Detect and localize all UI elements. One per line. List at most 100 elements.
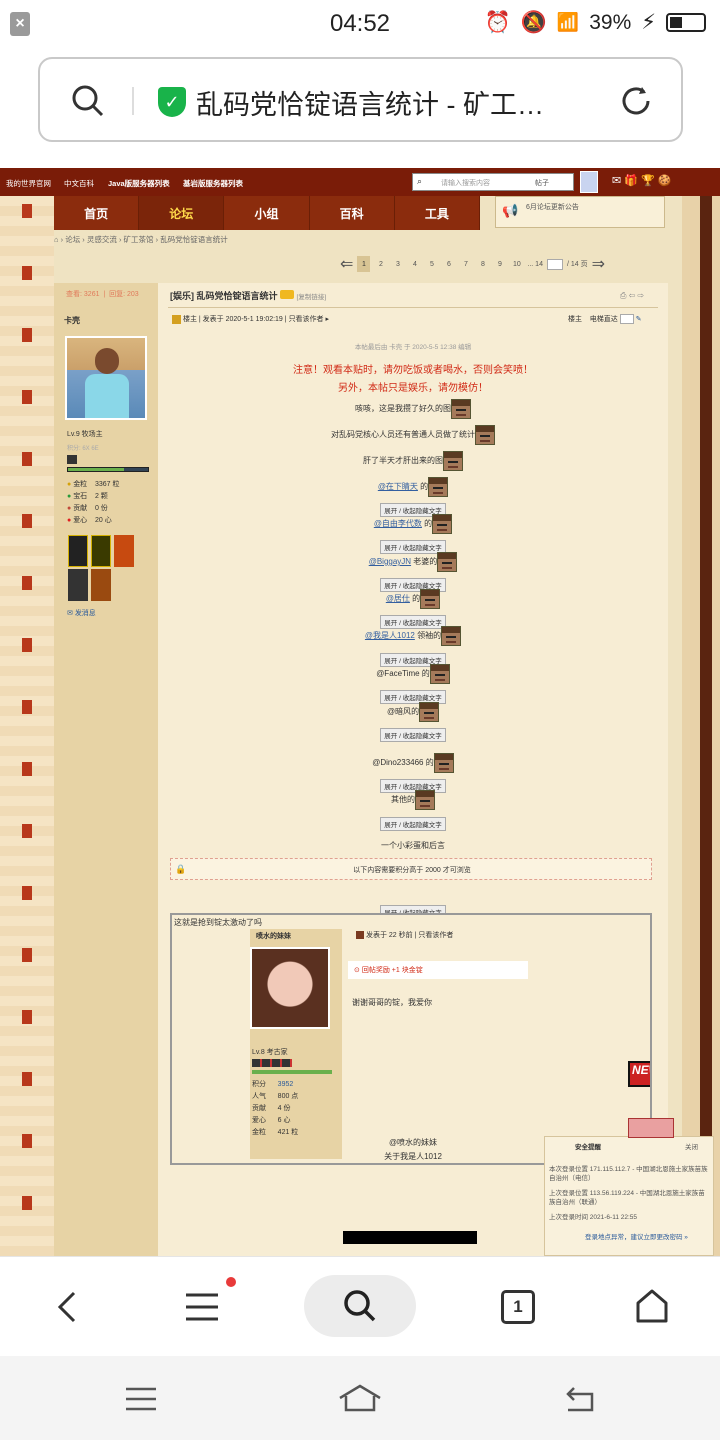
address-bar[interactable]: ✓ 乱码党恰锭语言统计 - 矿工… (38, 57, 683, 142)
page-number[interactable]: 4 (408, 256, 421, 272)
notice-text[interactable]: 6月论坛更新公告 (526, 202, 579, 212)
nav-link-wiki[interactable]: 中文百科 (64, 178, 94, 189)
breadcrumb-item[interactable]: 矿工茶馆 (124, 235, 154, 244)
breadcrumb-item[interactable]: 灵感交流 (87, 235, 117, 244)
recent-apps-icon[interactable] (124, 1386, 158, 1412)
face-icon (432, 514, 453, 534)
site-search-box[interactable]: ⌕ 请输入搜索内容 帖子 (412, 173, 574, 191)
page-number[interactable]: 10 (510, 256, 523, 272)
page-jump-input[interactable] (546, 258, 563, 270)
next-arrow-icon[interactable]: ⇒ (592, 254, 605, 274)
back-arrow-icon[interactable]: ⇐ (340, 254, 353, 274)
tab-home[interactable]: 首页 (54, 196, 140, 230)
battery-icon (666, 13, 706, 32)
search-icon[interactable] (70, 83, 106, 119)
megaphone-icon: 📢 (502, 203, 519, 218)
only-author-link[interactable]: 只看该作者 (289, 316, 324, 323)
views-label: 查看: (66, 291, 82, 298)
toggle-hidden-button[interactable]: 展开 / 收起隐藏文字 (380, 728, 446, 742)
page-number[interactable]: 5 (425, 256, 438, 272)
quote-stats: 积分 3952 人气 800 点 贡献 4 份 爱心 6 心 金粒 421 粒 (252, 1081, 299, 1136)
home-icon[interactable] (634, 1287, 670, 1325)
copy-link[interactable]: [复制链接] (297, 294, 327, 301)
home-icon[interactable]: ⌂ (54, 235, 59, 244)
toolbar-icons[interactable]: ✉ 🎁 🏆 🍪 (612, 174, 712, 190)
post-floor-meta: 楼主 电梯直达 ✎ (568, 314, 642, 325)
quote-avatar[interactable] (250, 947, 330, 1029)
secure-shield-icon: ✓ (158, 87, 186, 117)
toggle-row: 展开 / 收起隐藏文字 (158, 814, 668, 832)
nav-link-official[interactable]: 我的世界官网 (6, 178, 51, 189)
toggle-hidden-button[interactable]: 展开 / 收起隐藏文字 (380, 817, 446, 831)
entry-line: @BiggayJN 老婆的 (158, 552, 668, 572)
security-popup: 安全提醒 关闭 本次登录位置 171.115.112.7 - 中国湖北恩施土家族… (544, 1136, 714, 1256)
edit-pen-icon[interactable]: ✎ (636, 316, 642, 323)
stat-row: ● 宝石 2 颗 (67, 493, 108, 500)
refresh-icon[interactable] (618, 83, 654, 119)
nav-link-java-servers[interactable]: Java版服务器列表 (108, 178, 170, 189)
page-number[interactable]: 8 (476, 256, 489, 272)
post-meta: 楼主 | 发表于 2020-5-1 19:02:19 | 只看该作者 ▸ (172, 314, 329, 324)
back-icon[interactable] (54, 1289, 82, 1325)
warning-line-2: 另外，本帖只是娱乐，请勿模仿！ (338, 383, 488, 394)
page-number[interactable]: ... 14 (527, 256, 543, 272)
page-number[interactable]: 2 (374, 256, 387, 272)
jump-link[interactable]: 电梯直达 (590, 316, 618, 323)
tab-forum[interactable]: 论坛 (139, 196, 225, 230)
face-icon (441, 626, 462, 646)
search-scope-select[interactable]: 帖子 (535, 178, 549, 188)
change-password-link[interactable]: 登录地点异常，建议立即更改密码 » (585, 1233, 713, 1242)
avatar[interactable] (580, 171, 598, 193)
author-level: Lv.9 牧场主 (67, 431, 103, 438)
quote-poster-name[interactable]: 喷水的妹妹 (256, 931, 291, 941)
search-icon[interactable] (342, 1288, 378, 1324)
page-number[interactable]: 6 (442, 256, 455, 272)
system-back-icon[interactable] (562, 1384, 598, 1414)
breadcrumb-item[interactable]: 论坛 (65, 235, 80, 244)
nav-link-bedrock-servers[interactable]: 基岩版服务器列表 (183, 178, 243, 189)
page-number[interactable]: 3 (391, 256, 404, 272)
jump-input[interactable] (619, 314, 634, 325)
locked-content-box: 🔒 以下内容需要积分高于 2000 才可浏览 (170, 858, 652, 880)
face-icon (437, 552, 458, 572)
charging-icon: ⚡ (641, 11, 656, 34)
tabs-count-button[interactable]: 1 (501, 1290, 535, 1324)
security-popup-close[interactable]: 关闭 (685, 1143, 698, 1152)
search-button[interactable] (304, 1275, 416, 1337)
quote-caption: 这就是抢到锭太激动了吗 (174, 918, 262, 927)
tab-wiki[interactable]: 百科 (310, 196, 395, 230)
intro-line: 咳咳，这是我攒了好久的图 (158, 399, 668, 419)
only-author-link[interactable]: 只看该作者 (418, 932, 453, 939)
author-stats: ● 金粒 3367 粒 ● 宝石 2 颗 ● 贡献 0 份 ● 爱心 20 心 (67, 479, 120, 527)
user-badge-icon (356, 931, 364, 940)
site-search-input[interactable]: 请输入搜索内容 (441, 178, 490, 188)
entry-line: @居仕 的 (158, 589, 668, 609)
edit-note: 本帖最后由 卡壳 于 2020-5-5 12:38 编辑 (354, 344, 472, 351)
author-sub-line: 积分: 6X 6E (67, 446, 99, 452)
notification-dot (226, 1277, 236, 1287)
page-title[interactable]: 乱码党恰锭语言统计 - 矿工… (196, 83, 624, 122)
intro-line: 对乱码党核心人员还有普通人员做了统计 (158, 425, 668, 445)
page-number[interactable]: 1 (357, 256, 371, 272)
face-icon (415, 790, 435, 810)
post-area: [娱乐] 乱码党恰锭语言统计 [复制链接] ⎙ ⇦ ⇨ 楼主 | 发表于 202… (158, 283, 668, 1256)
page-number[interactable]: 9 (493, 256, 506, 272)
notice-box[interactable]: 📢 6月论坛更新公告 (495, 196, 665, 228)
tab-tools[interactable]: 工具 (395, 196, 480, 230)
menu-icon[interactable] (184, 1291, 220, 1323)
print-prev-next-icons[interactable]: ⎙ ⇦ ⇨ (620, 291, 644, 301)
site-top-nav: 我的世界官网 中文百科 Java版服务器列表 基岩版服务器列表 ⌕ 请输入搜索内… (0, 168, 720, 196)
page-number[interactable]: 7 (459, 256, 472, 272)
author-name[interactable]: 卡壳 (64, 315, 80, 326)
send-message-link[interactable]: ✉ 发消息 (67, 608, 96, 618)
stat-row: ● 爱心 20 心 (67, 517, 112, 524)
stat-row: ● 贡献 0 份 (67, 505, 108, 512)
entry-line: 其他的 (158, 790, 668, 810)
entry-line: @在下睛天 的 (158, 477, 668, 497)
system-home-icon[interactable] (336, 1382, 384, 1414)
tab-groups[interactable]: 小组 (224, 196, 310, 230)
hot-badge-icon (280, 290, 295, 299)
redaction-bar (343, 1231, 477, 1244)
breadcrumb-item[interactable]: 乱码党恰锭语言统计 (160, 235, 228, 244)
author-avatar[interactable] (65, 336, 147, 420)
